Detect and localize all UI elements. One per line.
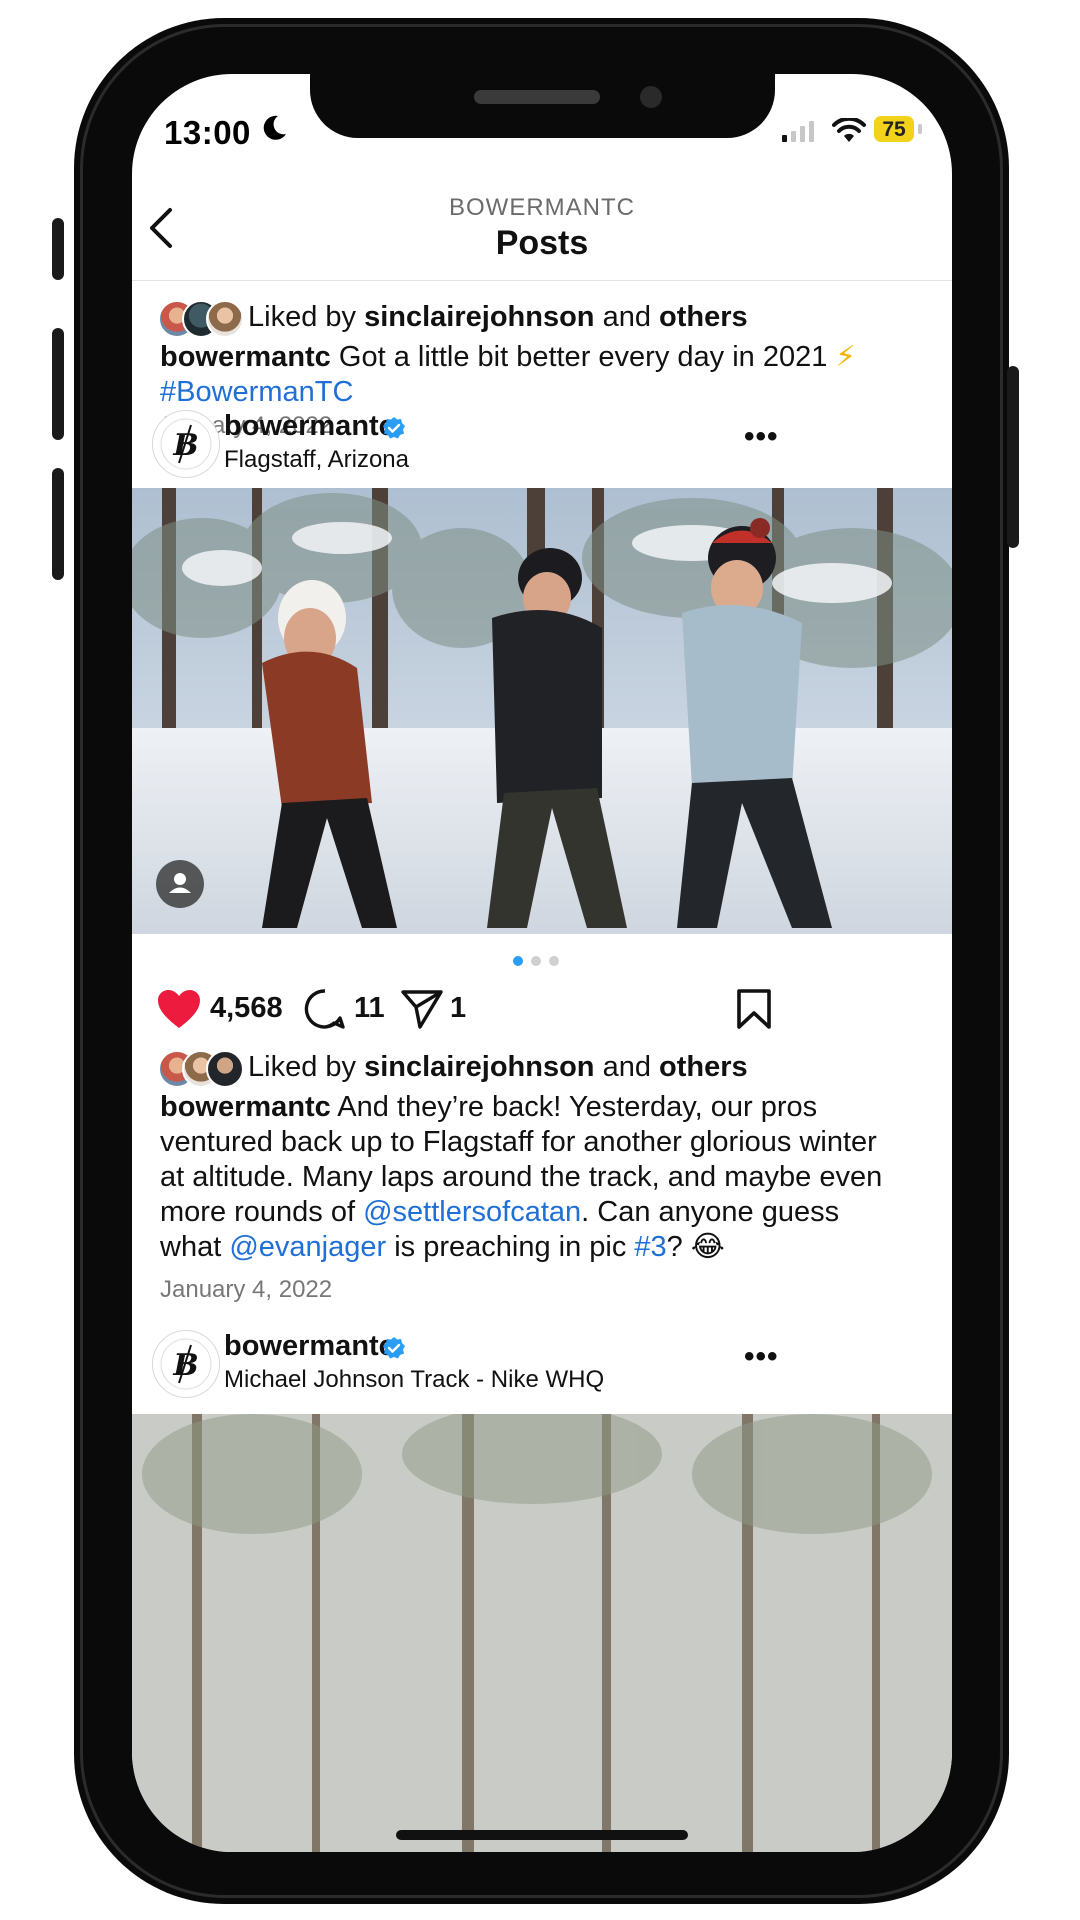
caption-mention[interactable]: @settlersofcatan (363, 1196, 581, 1228)
notch (310, 74, 775, 138)
page-title: Posts (495, 224, 589, 262)
caption-mention[interactable]: @evanjager (229, 1231, 386, 1263)
caption-hashtag[interactable]: #3 (634, 1231, 666, 1263)
laughing-emoji: 😂 (690, 1231, 725, 1263)
liked-and: and (602, 301, 651, 333)
speaker (474, 90, 600, 104)
cellular-signal-icon (782, 121, 814, 142)
post-caption: bowermantc And they’re back! Yesterday, … (160, 1090, 900, 1265)
caption-text: ? (666, 1231, 683, 1263)
caption-text: Got a little bit better every day in 202… (338, 341, 828, 373)
avatar (206, 300, 244, 338)
liked-by-avatars[interactable] (158, 300, 244, 338)
more-dots-icon[interactable]: ••• (744, 420, 779, 454)
post-username[interactable]: bowermantc (224, 1330, 395, 1363)
liked-prefix: Liked by (248, 301, 357, 333)
liked-by-text: Liked by sinclairejohnson and others (248, 1051, 748, 1084)
verified-badge-icon (383, 417, 405, 439)
carousel-dot-active (513, 956, 523, 966)
caption-username[interactable]: bowermantc (160, 1091, 331, 1123)
user-tag-icon[interactable] (156, 860, 204, 908)
battery-indicator: 75 (874, 116, 914, 142)
post-username[interactable]: bowermantc (224, 410, 395, 443)
header-account: BOWERMANTC (449, 194, 635, 221)
avatar (206, 1050, 244, 1088)
mute-switch (52, 218, 64, 280)
battery-tip (918, 124, 922, 134)
liked-user-link[interactable]: sinclairejohnson (364, 301, 594, 333)
moon-icon (263, 115, 286, 140)
liked-and: and (602, 1051, 651, 1083)
like-count[interactable]: 4,568 (210, 992, 283, 1025)
forest-track-photo (132, 1414, 952, 1852)
status-time: 13:00 (164, 114, 251, 151)
caption-text: is preaching in pic (394, 1231, 627, 1263)
svg-text:B: B (172, 1348, 198, 1383)
carousel-dot (531, 956, 541, 966)
header-divider (132, 280, 952, 281)
avatar[interactable]: B (152, 1330, 220, 1398)
comment-icon[interactable] (304, 988, 346, 1030)
post-location[interactable]: Michael Johnson Track - Nike WHQ (224, 1366, 604, 1394)
caption-username[interactable]: bowermantc (160, 341, 331, 373)
wifi-icon (832, 118, 866, 142)
front-camera (640, 86, 662, 108)
liked-by-text: Liked by sinclairejohnson and others (248, 301, 748, 334)
carousel-indicator (513, 956, 559, 966)
heart-filled-icon[interactable] (156, 988, 202, 1030)
volume-down-button (52, 468, 64, 580)
power-button (1007, 366, 1019, 548)
lightning-emoji: ⚡ (835, 341, 856, 373)
share-count[interactable]: 1 (450, 992, 466, 1025)
liked-others-link[interactable]: others (659, 1051, 748, 1083)
verified-badge-icon (383, 1337, 405, 1359)
bookmark-icon[interactable] (736, 988, 772, 1030)
more-dots-icon[interactable]: ••• (744, 1340, 779, 1374)
post-location[interactable]: Flagstaff, Arizona (224, 446, 409, 474)
caption-hashtag[interactable]: #BowermanTC (160, 376, 353, 408)
runners-in-snow-photo (132, 488, 952, 934)
volume-up-button (52, 328, 64, 440)
liked-others-link[interactable]: others (659, 301, 748, 333)
home-indicator[interactable] (396, 1830, 688, 1840)
avatar[interactable]: B (152, 410, 220, 478)
svg-text:B: B (172, 428, 198, 463)
liked-by-avatars[interactable] (158, 1050, 244, 1088)
comment-count[interactable]: 11 (354, 992, 385, 1025)
liked-user-link[interactable]: sinclairejohnson (364, 1051, 594, 1083)
bowerman-logo: B (160, 418, 212, 470)
carousel-dot (549, 956, 559, 966)
bowerman-logo: B (160, 1338, 212, 1390)
post-date: January 4, 2022 (160, 1276, 333, 1303)
post-image[interactable] (132, 1414, 952, 1852)
phone-screen: 13:00 75 BOWERMANTC Posts Liked by sincl… (132, 74, 952, 1852)
paper-plane-icon[interactable] (400, 988, 444, 1030)
post-caption: bowermantc Got a little bit better every… (160, 340, 900, 410)
post-image[interactable] (132, 488, 952, 934)
liked-prefix: Liked by (248, 1051, 357, 1083)
user-tag-glyph (169, 873, 191, 893)
